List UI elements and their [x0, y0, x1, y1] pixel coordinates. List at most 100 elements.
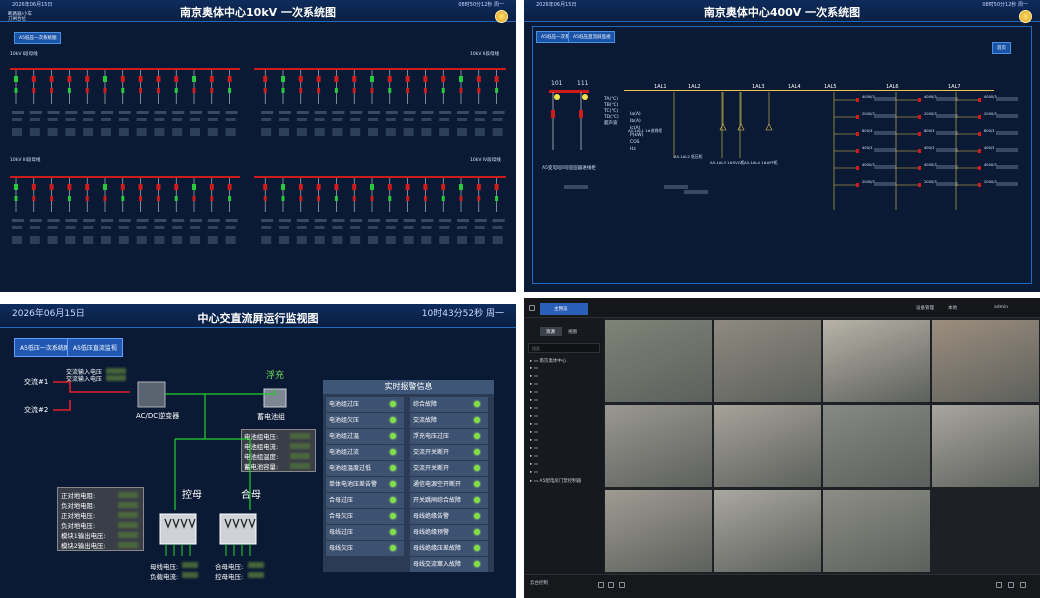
feeder-name-placeholder: [403, 219, 416, 222]
breaker-symbol: [138, 76, 143, 82]
breaker-symbol: [156, 76, 161, 82]
search-input[interactable]: [528, 343, 600, 353]
breaker-symbol: [387, 76, 392, 82]
device-tree-item[interactable]: ▸ ▭: [530, 414, 538, 419]
camera-view[interactable]: [605, 405, 712, 487]
play-icon[interactable]: [598, 582, 604, 588]
switch-symbol: [14, 196, 18, 201]
camera-view[interactable]: [714, 405, 821, 487]
transformer-label: A5-1AL2 低压柜: [674, 154, 703, 159]
feeder-value-placeholder: [207, 128, 218, 136]
breaker-symbol: [387, 184, 392, 190]
device-tree-item[interactable]: ▸ ▭: [530, 406, 538, 411]
breaker-symbol: [370, 184, 374, 190]
status-ok-icon: [474, 545, 480, 551]
alarm-item: 母线绝缘告警: [410, 509, 488, 524]
local-button[interactable]: 本地: [948, 305, 957, 311]
feeder-name-placeholder: [403, 118, 414, 121]
inverter-symbol: [137, 381, 166, 408]
breaker-symbol: [551, 110, 555, 118]
value-placeholder: [936, 97, 958, 101]
breaker-rating: 4000/3: [984, 95, 997, 99]
camera-view[interactable]: [714, 320, 821, 402]
value-placeholder: [874, 97, 896, 101]
layout-icon[interactable]: [996, 582, 1002, 588]
camera-view[interactable]: [932, 320, 1039, 402]
camera-view[interactable]: [605, 490, 712, 572]
feeder-name-placeholder: [207, 219, 220, 222]
alarm-item: 交流开关断开: [410, 445, 488, 460]
breaker-rating: 800/3: [862, 129, 872, 133]
screenshot-icon[interactable]: [619, 582, 625, 588]
device-tree-item[interactable]: ▸ ▭: [530, 422, 538, 427]
alarm-label: 电池组温度过低: [329, 465, 372, 472]
panel-400v-diagram: 2026年06月15日 南京奥体中心400V 一次系统图 08时50分12秒 周…: [524, 0, 1040, 292]
breaker-symbol: [14, 184, 18, 190]
volume-icon[interactable]: [608, 582, 614, 588]
device-tree-item[interactable]: ▸ ▭: [530, 430, 538, 435]
camera-view[interactable]: [714, 490, 821, 572]
switch-symbol: [32, 196, 36, 201]
status-ok-icon: [474, 561, 480, 567]
switch-symbol: [174, 88, 178, 93]
menu-icon[interactable]: [529, 305, 535, 311]
alarm-label: 交流开关断开: [413, 449, 450, 456]
user-name[interactable]: admin: [994, 305, 1008, 310]
tab-resources[interactable]: 资源: [540, 327, 562, 336]
feeder-name-placeholder: [368, 111, 380, 114]
device-manage-button[interactable]: 设备管理: [916, 305, 934, 311]
tab-main-preview[interactable]: 主预览: [540, 303, 588, 315]
panel-10kv-diagram: 2026年06月15日 南京奥体中心10kV 一次系统图 08时50分12秒 周…: [0, 0, 516, 292]
device-tree-item[interactable]: ▸ ▭: [530, 438, 538, 443]
device-tree-item[interactable]: ▸ ▭: [530, 470, 538, 475]
fullscreen-icon[interactable]: [1020, 582, 1026, 588]
feeder-name-placeholder: [350, 118, 361, 121]
alarm-label: 单体电池压差告警: [329, 481, 378, 488]
breaker-symbol: [978, 98, 981, 102]
camera-view[interactable]: [823, 320, 930, 402]
switch-symbol: [477, 88, 481, 93]
breaker-symbol: [459, 76, 463, 82]
switch-symbol: [299, 196, 303, 201]
switch-symbol: [334, 88, 338, 93]
camera-view[interactable]: [823, 405, 930, 487]
breaker-rating: 2000/3: [924, 112, 937, 116]
device-tree-item[interactable]: ▸ ▭: [530, 390, 538, 395]
device-tree-item[interactable]: ▸ ▭ A5配电房门禁控制器: [530, 478, 581, 484]
breaker-symbol: [174, 76, 179, 82]
device-tree-item[interactable]: ▸ ▭: [530, 454, 538, 459]
tab-views[interactable]: 视图: [568, 329, 577, 335]
camera-view[interactable]: [605, 320, 712, 402]
breaker-symbol: [978, 132, 981, 136]
feeder-name-placeholder: [225, 226, 236, 229]
alarm-label: 母线绝缘压差故障: [413, 545, 462, 552]
device-tree-item[interactable]: ▸ ▭: [530, 398, 538, 403]
cctv-sidebar: 资源 视图 ▸ ▭ 南京奥体中心 ▸ ▭ ▸ ▭ ▸ ▭ ▸ ▭ ▸ ▭ ▸ ▭ …: [524, 318, 604, 578]
breaker-symbol: [120, 184, 125, 190]
transformer-symbol: [719, 123, 727, 131]
device-tree-item[interactable]: ▸ ▭: [530, 374, 538, 379]
status-ok-icon: [474, 433, 480, 439]
device-tree-item[interactable]: ▸ ▭: [530, 382, 538, 387]
camera-view[interactable]: [932, 405, 1039, 487]
split-screen-icon[interactable]: [1008, 582, 1014, 588]
alarm-label: 浮充电压过压: [413, 433, 450, 440]
feeder-name-placeholder: [225, 118, 236, 121]
breaker-symbol: [67, 184, 72, 190]
alarm-item: 电池组过流: [326, 445, 404, 460]
switch-symbol: [299, 88, 303, 93]
camera-view[interactable]: [823, 490, 930, 572]
device-tree-item[interactable]: ▸ ▭ 南京奥体中心: [530, 358, 566, 364]
alarm-item: 通信电源空开断开: [410, 477, 488, 492]
switch-symbol: [317, 196, 321, 201]
device-tree-item[interactable]: ▸ ▭: [530, 462, 538, 467]
section-label: 1AL6: [886, 84, 899, 90]
alarm-item: 母线绝缘预警: [410, 525, 488, 540]
feeder-name-placeholder: [172, 219, 185, 222]
feeder-value-placeholder: [118, 236, 129, 244]
feeder-name-placeholder: [47, 226, 58, 229]
device-tree-item[interactable]: ▸ ▭: [530, 446, 538, 451]
status-ok-icon: [474, 417, 480, 423]
status-ok-icon: [390, 497, 396, 503]
device-tree-item[interactable]: ▸ ▭: [530, 366, 538, 371]
